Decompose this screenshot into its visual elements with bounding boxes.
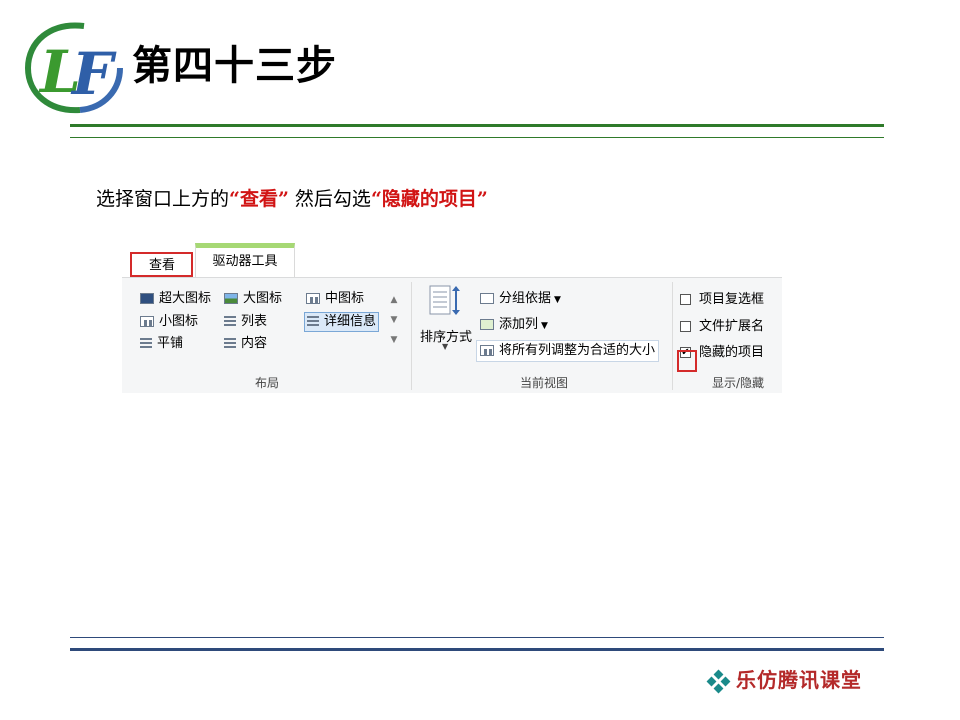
layout-extra-large-icons[interactable]: 超大图标 — [140, 290, 211, 308]
lf-logo: L F — [24, 22, 123, 114]
layout-details[interactable]: 详细信息 — [304, 312, 380, 332]
ribbon-body: 超大图标 大图标 中图标 小图标 列表 详细信息 平铺 内容 ▲ ▼ ▼ 布局 — [122, 277, 782, 393]
file-extensions-checkbox[interactable] — [680, 321, 691, 332]
file-extensions-option[interactable]: 文件扩展名 — [680, 318, 764, 336]
instruction-highlight-hidden: “隐藏的项目” — [370, 188, 488, 210]
add-columns-button[interactable]: 添加列 ▼ — [480, 316, 548, 335]
tab-drive-tools[interactable]: 驱动器工具 — [195, 243, 295, 277]
layout-tiles[interactable]: 平铺 — [140, 335, 183, 353]
content-icon — [224, 338, 236, 349]
bottom-divider — [70, 648, 884, 651]
tiles-icon — [140, 338, 152, 349]
group-by-button[interactable]: 分组依据 ▼ — [480, 290, 561, 309]
details-icon — [307, 316, 319, 327]
instruction-prefix: 选择窗口上方的 — [96, 188, 230, 210]
extra-large-icons-icon — [140, 293, 154, 304]
layout-medium-icons[interactable]: 中图标 — [306, 290, 364, 308]
large-icons-icon — [224, 293, 238, 304]
brand-name: 乐仿腾讯课堂 — [736, 668, 862, 692]
list-icon — [224, 316, 236, 327]
top-divider — [70, 124, 884, 127]
chevron-down-icon: ▼ — [541, 321, 548, 331]
top-divider-thin — [70, 137, 884, 138]
bottom-divider-thin — [70, 637, 884, 638]
explorer-ribbon: 查看 驱动器工具 超大图标 大图标 中图标 小图标 列表 详细信息 平铺 内容 — [122, 243, 782, 393]
chevron-down-icon[interactable]: ▼ — [387, 310, 401, 330]
diamond-cluster-icon — [706, 669, 731, 693]
sort-by-button[interactable]: 排序方式 ▼ — [416, 284, 476, 364]
item-checkboxes-checkbox[interactable] — [680, 294, 691, 305]
medium-icons-icon — [306, 293, 320, 304]
layout-gallery-scroller[interactable]: ▲ ▼ ▼ — [387, 290, 401, 350]
svg-text:F: F — [70, 40, 117, 108]
tab-view-highlight-box — [130, 252, 193, 277]
group-separator — [672, 282, 673, 390]
size-all-columns-button[interactable]: 将所有列调整为合适的大小 — [476, 340, 660, 362]
ribbon-tab-bar: 查看 驱动器工具 — [122, 243, 782, 277]
chevron-down-icon: ▼ — [554, 295, 561, 305]
instruction-middle: 然后勾选 — [294, 188, 371, 210]
instruction-highlight-view: “查看” — [229, 188, 289, 210]
item-checkboxes-option[interactable]: 项目复选框 — [680, 291, 764, 309]
small-icons-icon — [140, 316, 154, 327]
group-label-show-hide: 显示/隐藏 — [712, 376, 765, 390]
group-by-icon — [480, 293, 494, 304]
chevron-up-icon[interactable]: ▲ — [387, 290, 401, 310]
brand-footer: 乐仿腾讯课堂 — [706, 664, 862, 693]
slide-title: 第四十三步 — [132, 43, 337, 89]
group-separator — [411, 282, 412, 390]
group-label-current-view: 当前视图 — [519, 376, 568, 390]
add-columns-icon — [480, 319, 494, 330]
layout-large-icons[interactable]: 大图标 — [224, 290, 282, 308]
instruction-text: 选择窗口上方的“查看” 然后勾选“隐藏的项目” — [96, 186, 488, 212]
layout-small-icons[interactable]: 小图标 — [140, 313, 198, 331]
group-label-layout: 布局 — [254, 376, 279, 390]
hidden-items-highlight-box — [677, 350, 697, 372]
chevron-down-icon: ▼ — [442, 342, 449, 351]
layout-content[interactable]: 内容 — [224, 335, 267, 353]
layout-list[interactable]: 列表 — [224, 313, 267, 331]
sort-icon — [429, 285, 460, 315]
more-icon[interactable]: ▼ — [387, 330, 401, 350]
size-columns-icon — [480, 345, 494, 356]
